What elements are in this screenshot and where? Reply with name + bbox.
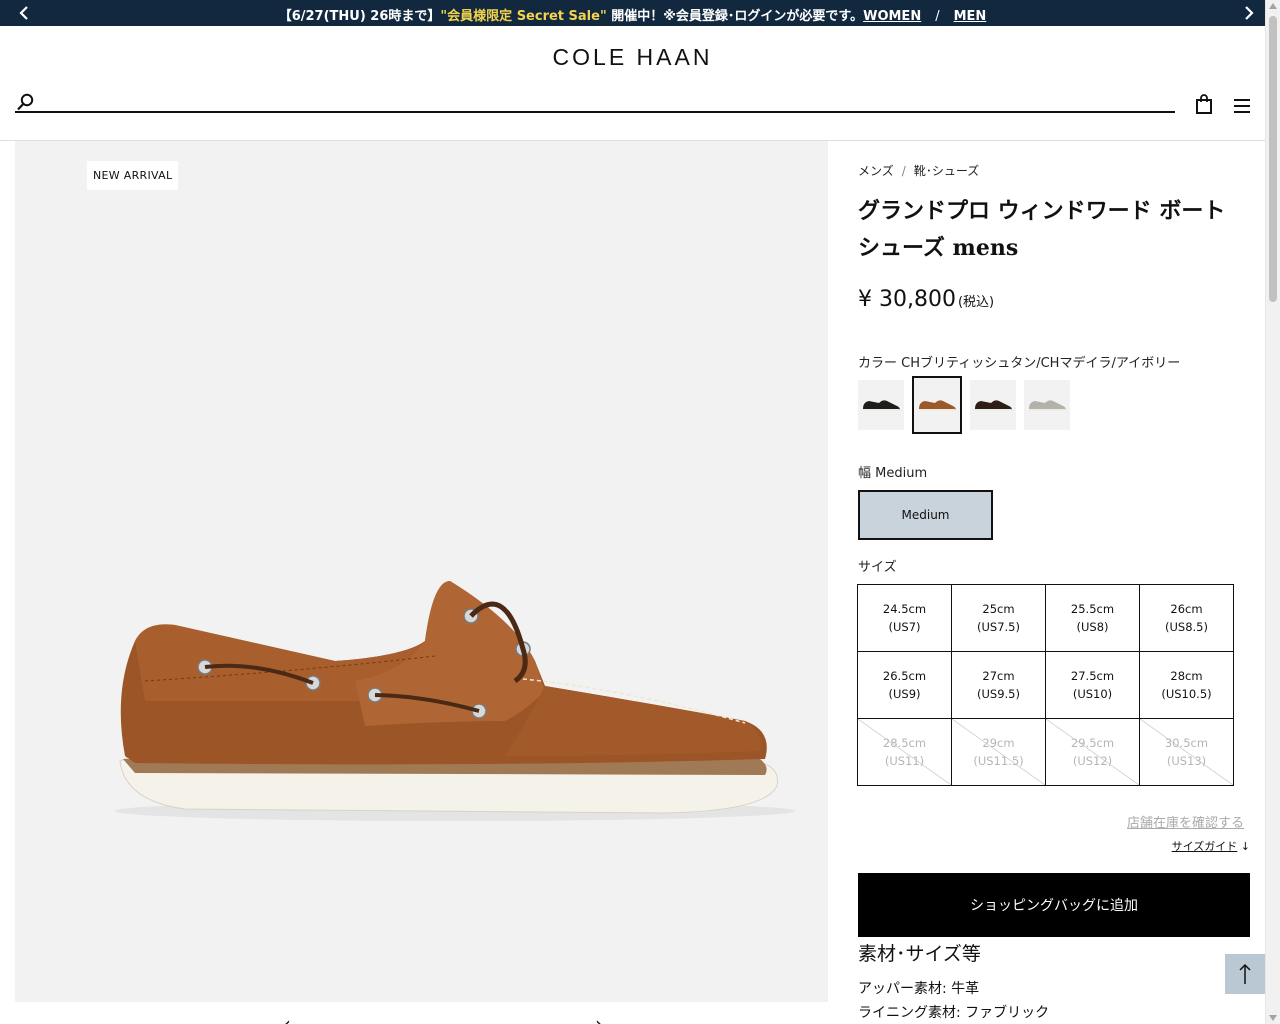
size-cm: 28.5cm: [882, 736, 927, 750]
product-image-gallery[interactable]: NEW ARRIVAL ‹ ›: [15, 141, 828, 1024]
price-value: ¥ 30,800: [858, 287, 956, 312]
size-cm: 29cm: [982, 736, 1015, 750]
hamburger-menu-icon[interactable]: [1232, 97, 1252, 115]
size-option[interactable]: 25.5cm (US8): [1046, 585, 1140, 652]
swatch-shoe-thumbnail: [919, 400, 956, 411]
breadcrumb-item-shoes[interactable]: 靴･シューズ: [914, 164, 979, 178]
size-option[interactable]: 26cm (US8.5): [1140, 585, 1234, 652]
size-cm: 27.5cm: [1070, 669, 1115, 683]
color-swatch-dark-brown[interactable]: [970, 380, 1016, 430]
size-option[interactable]: 24.5cm (US7): [858, 585, 952, 652]
gallery-next-arrow[interactable]: ›: [595, 1012, 603, 1024]
size-us: (US8.5): [1165, 620, 1208, 634]
announcement-bar: 【6/27(THU) 26時まで】"会員様限定 Secret Sale" 開催中…: [0, 0, 1265, 26]
price-tax-note: (税込): [957, 295, 995, 310]
width-label: 幅 Medium: [858, 462, 927, 481]
store-stock-link[interactable]: 店舗在庫を確認する: [1127, 812, 1244, 831]
size-cm: 25.5cm: [1070, 602, 1115, 616]
product-title: グランドプロ ウィンドワード ボートシューズ mens: [858, 198, 1226, 261]
announcement-message: 【6/27(THU) 26時まで】"会員様限定 Secret Sale" 開催中…: [0, 5, 1265, 24]
shopping-bag-icon[interactable]: [1195, 94, 1213, 114]
product-price: ¥ 30,800 (税込): [858, 287, 994, 312]
color-swatches: [858, 376, 1070, 434]
announcement-suffix: 開催中！※会員登録･ログインが必要です。: [606, 9, 864, 24]
size-cm: 25cm: [982, 602, 1015, 616]
announcement-next-button[interactable]: [1239, 3, 1259, 23]
product-image-boat-shoe: [115, 581, 795, 821]
scroll-up-arrow[interactable]: [1269, 3, 1277, 9]
size-option: 30.5cm (US13): [1140, 719, 1234, 786]
size-option[interactable]: 26.5cm (US9): [858, 652, 952, 719]
breadcrumb: メンズ / 靴･シューズ: [858, 162, 979, 179]
size-option[interactable]: 28cm (US10.5): [1140, 652, 1234, 719]
selected-color-name: CHブリティッシュタン/CHマデイラ/アイボリー: [901, 356, 1181, 371]
size-grid: 24.5cm (US7) 25cm (US7.5) 25.5cm (US8) 26cm (US…: [857, 584, 1234, 786]
size-label: サイズ: [858, 560, 897, 575]
size-option[interactable]: 27.5cm (US10): [1046, 652, 1140, 719]
scrollbar-thumb[interactable]: [1269, 16, 1277, 302]
size-cm: 26cm: [1170, 602, 1203, 616]
search-input[interactable]: [40, 90, 1160, 110]
spec-upper-material: アッパー素材: 牛革: [858, 981, 980, 997]
size-us: (US10.5): [1161, 687, 1212, 701]
size-us: (US9): [888, 687, 921, 701]
color-swatch-british-tan[interactable]: [912, 376, 962, 434]
search-icon[interactable]: [16, 92, 36, 112]
size-us: (US7.5): [977, 620, 1020, 634]
swatch-shoe-thumbnail: [1029, 400, 1066, 411]
announcement-link-women[interactable]: WOMEN: [863, 9, 921, 24]
width-label-text: 幅: [858, 466, 872, 481]
search-underline: [15, 111, 1175, 113]
size-us: (US11.5): [973, 754, 1024, 768]
size-guide-link[interactable]: サイズガイド ↓: [1172, 838, 1250, 854]
size-cm: 24.5cm: [882, 602, 927, 616]
size-cm: 29.5cm: [1070, 736, 1115, 750]
breadcrumb-item-mens[interactable]: メンズ: [858, 164, 894, 178]
size-cm: 27cm: [982, 669, 1015, 683]
color-label-text: カラー: [858, 356, 898, 371]
new-arrival-badge: NEW ARRIVAL: [87, 161, 179, 190]
size-cm: 30.5cm: [1164, 736, 1209, 750]
arrow-down-icon: ↓: [1240, 840, 1250, 853]
announcement-highlight: "会員様限定 Secret Sale": [440, 9, 607, 24]
gallery-prev-arrow[interactable]: ‹: [283, 1012, 291, 1024]
arrow-up-icon: [1239, 963, 1251, 984]
size-us: (US7): [888, 620, 921, 634]
size-guide-text[interactable]: サイズガイド: [1172, 840, 1238, 853]
spec-section-title: 素材･サイズ等: [858, 943, 981, 965]
size-us: (US12): [1072, 754, 1113, 768]
breadcrumb-separator: /: [901, 164, 906, 178]
selected-width: Medium: [875, 466, 928, 481]
spec-lining-material: ライニング素材: ファブリック: [858, 1005, 1050, 1021]
color-label: カラー CHブリティッシュタン/CHマデイラ/アイボリー: [858, 352, 1180, 371]
size-option: 29cm (US11.5): [952, 719, 1046, 786]
size-us: (US8): [1076, 620, 1109, 634]
size-us: (US11): [884, 754, 925, 768]
size-cm: 28cm: [1170, 669, 1203, 683]
brand-logo[interactable]: COLE HAAN: [0, 44, 1265, 71]
size-us: (US9.5): [977, 687, 1020, 701]
page-scrollbar[interactable]: [1265, 0, 1280, 1024]
swatch-shoe-thumbnail: [975, 400, 1012, 411]
size-option[interactable]: 27cm (US9.5): [952, 652, 1046, 719]
back-to-top-button[interactable]: [1225, 954, 1265, 994]
announcement-separator: /: [935, 9, 940, 24]
size-option: 29.5cm (US12): [1046, 719, 1140, 786]
size-us: (US10): [1072, 687, 1113, 701]
chevron-right-icon: [1245, 6, 1254, 20]
color-swatch-grey[interactable]: [1024, 380, 1070, 430]
size-cm: 26.5cm: [882, 669, 927, 683]
size-option[interactable]: 25cm (US7.5): [952, 585, 1046, 652]
width-option-medium[interactable]: Medium: [858, 490, 993, 540]
size-us: (US13): [1166, 754, 1207, 768]
scroll-down-arrow[interactable]: [1269, 1015, 1277, 1021]
color-swatch-black[interactable]: [858, 380, 904, 430]
size-option: 28.5cm (US11): [858, 719, 952, 786]
swatch-shoe-thumbnail: [863, 400, 900, 411]
add-to-bag-button[interactable]: ショッピングバッグに追加: [858, 873, 1250, 937]
announcement-prefix: 【6/27(THU) 26時まで】: [278, 9, 441, 24]
announcement-link-men[interactable]: MEN: [954, 9, 987, 24]
